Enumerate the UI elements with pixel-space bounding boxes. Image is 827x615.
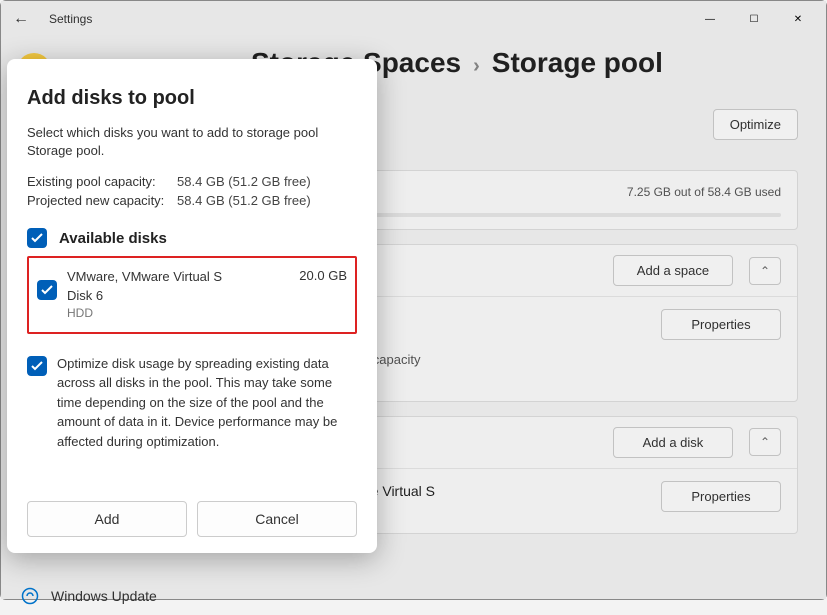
available-disks-checkbox[interactable] bbox=[27, 228, 47, 248]
add-button[interactable]: Add bbox=[27, 501, 187, 537]
cancel-button[interactable]: Cancel bbox=[197, 501, 357, 537]
disk-checkbox[interactable] bbox=[37, 280, 57, 300]
projected-capacity-label: Projected new capacity: bbox=[27, 193, 177, 208]
existing-capacity-label: Existing pool capacity: bbox=[27, 174, 177, 189]
disk-selection-highlighted: VMware, VMware Virtual S Disk 6 HDD 20.0… bbox=[27, 256, 357, 333]
add-disks-dialog: Add disks to pool Select which disks you… bbox=[7, 59, 377, 553]
disk-size: 20.0 GB bbox=[299, 268, 347, 283]
disk-number: Disk 6 bbox=[67, 287, 289, 305]
disk-type: HDD bbox=[67, 305, 289, 322]
available-disks-label: Available disks bbox=[59, 230, 167, 247]
optimize-description: Optimize disk usage by spreading existin… bbox=[57, 354, 357, 452]
optimize-checkbox[interactable] bbox=[27, 356, 47, 376]
modal-overlay: Add disks to pool Select which disks you… bbox=[1, 1, 826, 599]
dialog-description: Select which disks you want to add to st… bbox=[27, 124, 357, 160]
disk-name: VMware, VMware Virtual S bbox=[67, 268, 289, 286]
projected-capacity-value: 58.4 GB (51.2 GB free) bbox=[177, 193, 311, 208]
existing-capacity-value: 58.4 GB (51.2 GB free) bbox=[177, 174, 311, 189]
dialog-title: Add disks to pool bbox=[27, 87, 357, 110]
